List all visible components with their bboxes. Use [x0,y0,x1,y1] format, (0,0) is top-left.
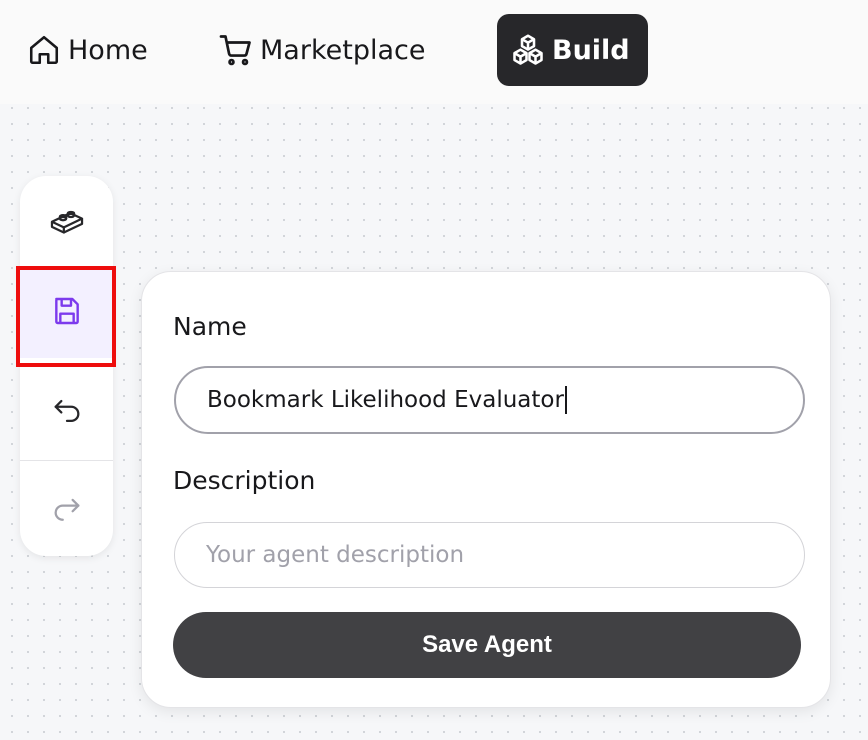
nav-build-label: Build [552,34,630,66]
description-placeholder: Your agent description [206,542,465,568]
agent-description-input[interactable]: Your agent description [174,522,805,588]
nav-marketplace-label: Marketplace [260,34,426,66]
undo-button[interactable] [20,368,113,458]
nav-home[interactable]: Home [26,14,148,86]
blocks-button[interactable] [20,178,113,268]
save-icon [51,295,83,332]
cart-icon [218,32,254,68]
agent-name-value: Bookmark Likelihood Evaluator [207,387,564,413]
text-caret [564,386,567,414]
save-agent-button[interactable]: Save Agent [173,612,801,678]
save-button[interactable] [20,268,113,358]
undo-icon [50,394,84,433]
name-label: Name [173,312,247,341]
build-toolbar [20,176,113,556]
redo-icon [50,490,84,529]
toolbar-divider [20,460,113,461]
agent-name-input[interactable]: Bookmark Likelihood Evaluator [174,366,805,434]
top-navigation: Home Marketplace Build [0,0,868,104]
description-label: Description [173,466,316,495]
nav-home-label: Home [68,34,148,66]
block-icon [48,202,86,245]
save-agent-panel: Name Bookmark Likelihood Evaluator Descr… [141,271,831,708]
redo-button[interactable] [20,464,113,554]
blocks-icon [510,32,546,68]
nav-build[interactable]: Build [497,14,648,86]
home-icon [26,32,62,68]
nav-marketplace[interactable]: Marketplace [218,14,425,86]
